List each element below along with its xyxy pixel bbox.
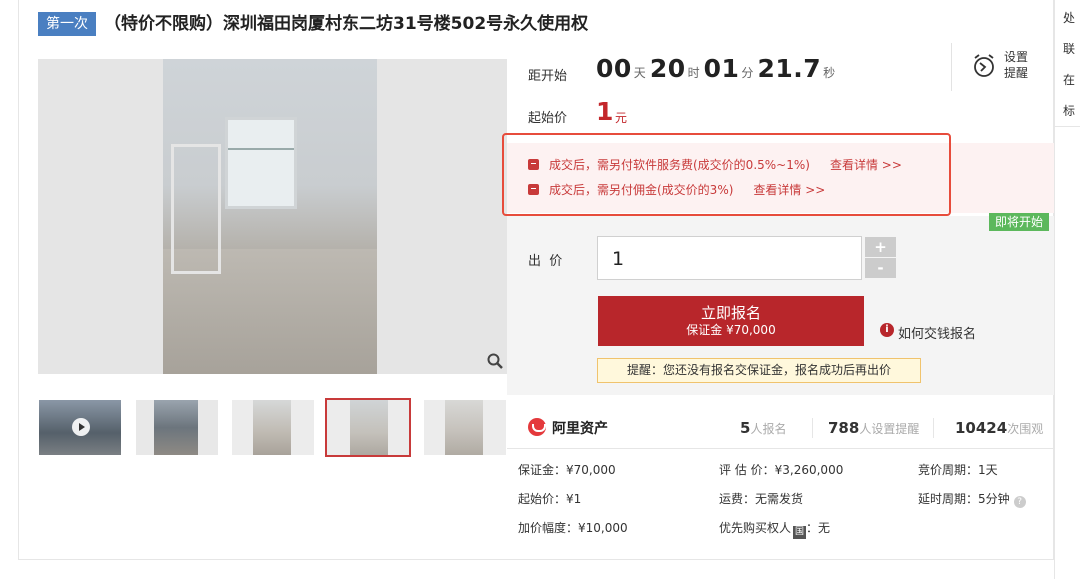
fee-notice-commission: 成交后，需另付佣金(成交价的3%) 查看详情 >> — [528, 181, 825, 198]
right-sidebar-item-1[interactable]: 处 — [1063, 9, 1075, 26]
stat-registrations: 5人报名 — [740, 418, 786, 437]
thumbnail-room-window[interactable] — [325, 398, 411, 457]
start-price-value: 1 — [596, 97, 614, 126]
divider — [951, 43, 952, 91]
set-reminder-line2: 提醒 — [1004, 66, 1029, 80]
countdown-timer: 00 天 20 时 01 分 21.7 秒 — [596, 54, 839, 83]
stat-divider — [812, 418, 813, 438]
info-appraisal: 评 估 价：¥3,260,000 — [719, 463, 844, 477]
photo-window — [225, 117, 297, 209]
stat-reminders-label: 人设置提醒 — [859, 422, 920, 436]
thumbnail-video[interactable] — [39, 400, 121, 455]
room-photo — [163, 59, 377, 374]
status-badge: 即将开始 — [989, 213, 1050, 231]
countdown-minutes: 01 — [703, 54, 740, 83]
seconds-unit: 秒 — [823, 66, 836, 80]
priority-badge: 国 — [793, 526, 807, 539]
bid-label: 出 价 — [528, 254, 563, 269]
fee-notice-service: 成交后，需另付软件服务费(成交价的0.5%~1%) 查看详情 >> — [528, 156, 902, 173]
stat-views: 10424次围观 — [955, 418, 1043, 437]
section-divider — [507, 448, 1054, 449]
fee-notice-highlight — [502, 133, 951, 216]
minutes-unit: 分 — [741, 66, 754, 80]
photo-shelf — [171, 144, 221, 274]
signup-button[interactable]: 立即报名 保证金 ¥70,000 — [598, 296, 864, 346]
fee-notice-service-text: 成交后，需另付软件服务费(成交价的0.5%~1%) — [549, 158, 810, 172]
alarm-clock-icon[interactable] — [972, 53, 996, 79]
days-unit: 天 — [633, 66, 646, 80]
increase-bid-button[interactable]: + — [865, 237, 896, 257]
info-deposit: 保证金：¥70,000 — [518, 463, 616, 477]
view-detail-link-commission[interactable]: 查看详情 >> — [753, 183, 825, 197]
deposit-reminder: 提醒：您还没有报名交保证金，报名成功后再出价 — [597, 358, 921, 383]
stat-registrations-num: 5 — [740, 419, 751, 437]
set-reminder-button[interactable]: 设置 提醒 — [1004, 49, 1030, 81]
stat-registrations-label: 人报名 — [750, 422, 787, 436]
page-title: （特价不限购）深圳福田岗厦村东二坊31号楼502号永久使用权 — [104, 14, 589, 34]
thumbnail-room[interactable] — [232, 400, 314, 455]
ali-assets-logo-icon — [528, 418, 546, 436]
start-price-unit: 元 — [615, 111, 628, 125]
how-to-pay-link[interactable]: 如何交钱报名 — [898, 323, 976, 342]
info-start-price: 起始价：¥1 — [518, 492, 582, 506]
info-shipping: 运费：无需发货 — [719, 492, 804, 506]
main-photo[interactable] — [38, 59, 507, 374]
help-icon[interactable]: ? — [1013, 496, 1026, 508]
countdown-days: 00 — [596, 54, 632, 83]
zoom-icon[interactable] — [486, 352, 504, 370]
countdown-label: 距开始 — [528, 69, 568, 84]
info-icon[interactable]: i — [880, 323, 894, 337]
signup-button-deposit: 保证金 ¥70,000 — [686, 323, 776, 337]
info-delay-period-text: 延时周期：5分钟 — [918, 492, 1010, 506]
right-sidebar-divider — [1055, 126, 1080, 127]
bag-icon — [528, 184, 539, 195]
fee-notice-commission-text: 成交后，需另付佣金(成交价的3%) — [549, 183, 734, 197]
countdown-hours: 20 — [649, 54, 686, 83]
info-priority-buyer: 优先购买权人国：无 — [719, 519, 830, 539]
bag-icon — [528, 159, 539, 170]
play-icon — [72, 418, 90, 436]
bid-input[interactable]: 1 — [597, 236, 862, 280]
signup-button-title: 立即报名 — [700, 304, 761, 322]
set-reminder-line1: 设置 — [1004, 50, 1029, 64]
start-price-label: 起始价 — [528, 111, 568, 126]
auction-round-tag: 第一次 — [38, 12, 96, 36]
info-bidding-period: 竞价周期：1天 — [918, 463, 998, 477]
decrease-bid-button[interactable]: - — [865, 258, 896, 278]
info-priority-buyer-label: 优先购买权人 — [719, 521, 792, 535]
stat-reminders-num: 788 — [828, 419, 860, 437]
right-sidebar-item-4[interactable]: 标 — [1063, 102, 1075, 119]
stat-views-label: 次围观 — [1007, 422, 1044, 436]
thumbnail-room-2[interactable] — [424, 400, 506, 455]
stat-divider — [933, 418, 934, 438]
info-increment: 加价幅度：¥10,000 — [518, 521, 628, 535]
stat-views-num: 10424 — [955, 419, 1008, 437]
hours-unit: 时 — [687, 66, 700, 80]
view-detail-link-service[interactable]: 查看详情 >> — [830, 158, 902, 172]
right-sidebar: 处 联 在 标 — [1054, 0, 1080, 579]
thumbnail-building[interactable] — [136, 400, 218, 455]
countdown-seconds: 21.7 — [757, 54, 822, 83]
stat-reminders: 788人设置提醒 — [828, 418, 919, 437]
right-sidebar-item-2[interactable]: 联 — [1063, 40, 1075, 57]
info-priority-buyer-value: ：无 — [806, 521, 831, 535]
info-delay-period: 延时周期：5分钟? — [918, 490, 1026, 508]
right-sidebar-item-3[interactable]: 在 — [1063, 71, 1075, 88]
platform-name: 阿里资产 — [552, 421, 608, 437]
